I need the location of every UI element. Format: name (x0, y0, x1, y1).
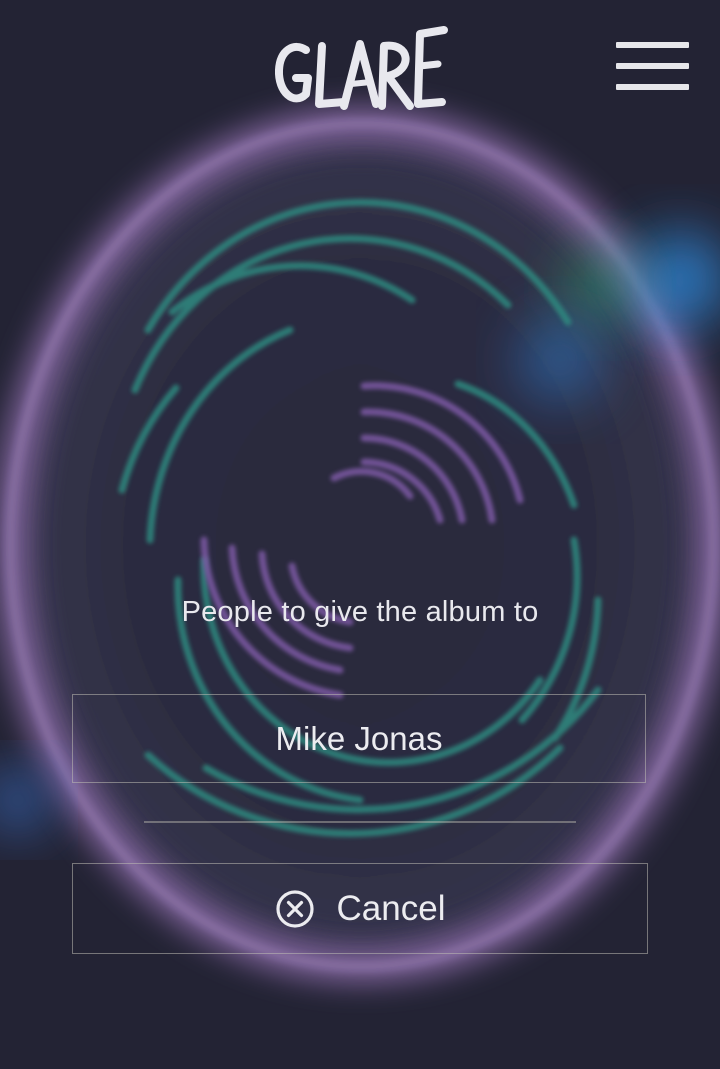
menu-button[interactable] (610, 34, 696, 98)
cancel-label: Cancel (336, 888, 446, 928)
recipients-prompt: People to give the album to (181, 596, 539, 628)
album-gift-screen: People to give the album to Mike Jonas C… (0, 0, 720, 1069)
app-header (0, 0, 720, 120)
close-circle-icon (275, 889, 314, 928)
recipient-name: Mike Jonas (275, 719, 443, 757)
hamburger-menu-icon-bar (616, 63, 689, 69)
divider (144, 821, 576, 823)
recipient-field[interactable]: Mike Jonas (72, 694, 646, 783)
cancel-button[interactable]: Cancel (72, 863, 648, 954)
glare-logo (275, 26, 448, 110)
hamburger-menu-icon (616, 42, 689, 48)
hamburger-menu-icon-bar (616, 84, 689, 90)
